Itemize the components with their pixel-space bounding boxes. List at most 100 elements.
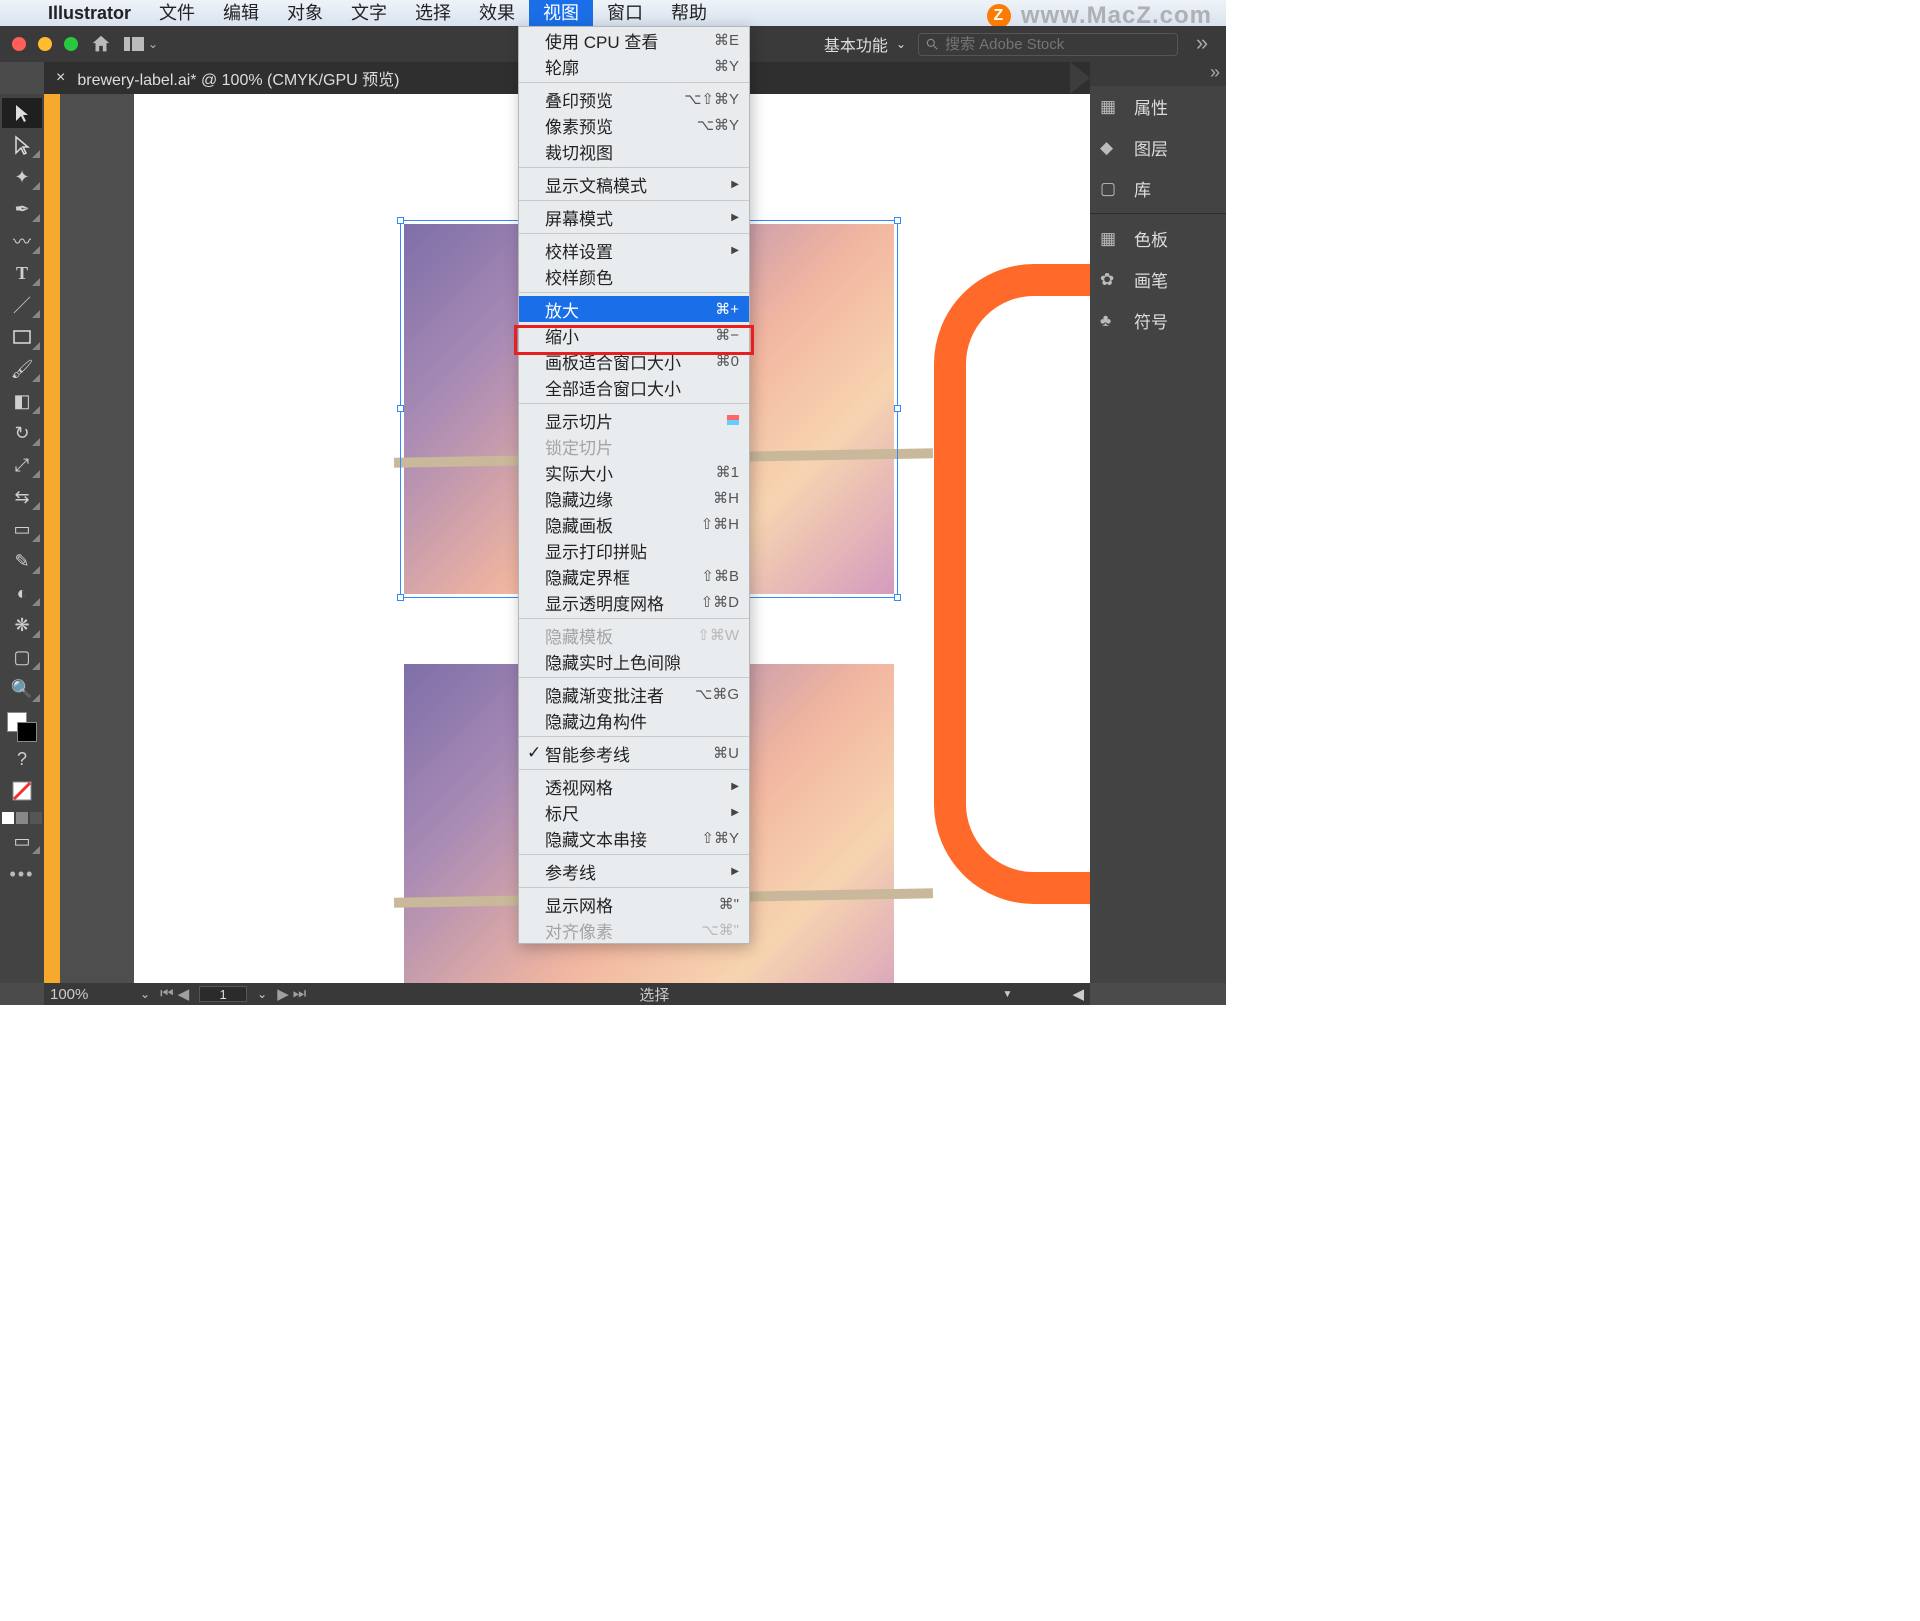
menuitem-参考线[interactable]: 参考线 bbox=[519, 858, 749, 884]
menuitem-标尺[interactable]: 标尺 bbox=[519, 799, 749, 825]
symbol-sprayer-tool-icon[interactable]: ❋ bbox=[2, 610, 42, 640]
menuitem-隐藏边缘[interactable]: 隐藏边缘⌘H bbox=[519, 485, 749, 511]
help-tool-icon[interactable]: ? bbox=[2, 744, 42, 774]
type-tool-icon[interactable]: T bbox=[2, 258, 42, 288]
paintbrush-tool-icon[interactable]: 🖌 bbox=[2, 354, 42, 384]
menuitem-显示网格[interactable]: 显示网格⌘" bbox=[519, 891, 749, 917]
fill-stroke-swatch[interactable] bbox=[7, 712, 37, 742]
screenshot-region: Illustrator 文件编辑对象文字选择效果视图窗口帮助 Z www.Mac… bbox=[0, 0, 1226, 1005]
rectangle-tool-icon[interactable] bbox=[2, 322, 42, 352]
menuitem-使用 CPU 查看[interactable]: 使用 CPU 查看⌘E bbox=[519, 27, 749, 53]
menuitem-隐藏定界框[interactable]: 隐藏定界框⇧⌘B bbox=[519, 563, 749, 589]
menu-帮助[interactable]: 帮助 bbox=[657, 0, 721, 26]
menuitem-显示切片[interactable]: 显示切片 bbox=[519, 407, 749, 433]
artboard-index-input[interactable] bbox=[199, 986, 247, 1002]
stock-search-input[interactable] bbox=[945, 36, 1171, 53]
menuitem-智能参考线[interactable]: 智能参考线⌘U bbox=[519, 740, 749, 766]
menuitem-透视网格[interactable]: 透视网格 bbox=[519, 773, 749, 799]
menuitem-全部适合窗口大小[interactable]: 全部适合窗口大小 bbox=[519, 374, 749, 400]
menu-文件[interactable]: 文件 bbox=[145, 0, 209, 26]
menu-效果[interactable]: 效果 bbox=[465, 0, 529, 26]
menuitem-隐藏边角构件[interactable]: 隐藏边角构件 bbox=[519, 707, 749, 733]
selection-tool-icon[interactable] bbox=[2, 98, 42, 128]
document-tab[interactable]: brewery-label.ai* @ 100% (CMYK/GPU 预览) bbox=[77, 66, 417, 90]
magic-wand-tool-icon[interactable]: ✦ bbox=[2, 162, 42, 192]
menuitem-显示透明度网格[interactable]: 显示透明度网格⇧⌘D bbox=[519, 589, 749, 615]
panel-属性[interactable]: ▦属性 bbox=[1090, 86, 1226, 127]
artboard-tool-icon[interactable]: ▢ bbox=[2, 642, 42, 672]
menuitem-对齐像素: 对齐像素⌥⌘" bbox=[519, 917, 749, 943]
menuitem-隐藏文本串接[interactable]: 隐藏文本串接⇧⌘Y bbox=[519, 825, 749, 851]
traffic-minimize-icon[interactable] bbox=[38, 37, 52, 51]
collapse-panels-icon[interactable]: » bbox=[1090, 62, 1226, 86]
artwork-robot bbox=[934, 264, 1090, 904]
app-name[interactable]: Illustrator bbox=[34, 3, 145, 24]
status-bar: 100% ⌄ ⏮◀ ⌄ ▶⏭ 选择 ▼ ◀ bbox=[44, 983, 1090, 1005]
menuitem-放大[interactable]: 放大⌘+ bbox=[519, 296, 749, 322]
menuitem-校样颜色[interactable]: 校样颜色 bbox=[519, 263, 749, 289]
panel-色板[interactable]: ▦色板 bbox=[1090, 218, 1226, 259]
panel-库[interactable]: ▢库 bbox=[1090, 168, 1226, 209]
width-tool-icon[interactable]: ⇆ bbox=[2, 482, 42, 512]
artboard-dropdown-icon[interactable]: ⌄ bbox=[257, 987, 267, 1001]
zoom-dropdown-icon[interactable]: ⌄ bbox=[140, 987, 150, 1001]
arrange-docs-icon[interactable]: ⌄ bbox=[124, 37, 158, 51]
menuitem-屏幕模式[interactable]: 屏幕模式 bbox=[519, 204, 749, 230]
status-mode-dropdown-icon[interactable]: ▼ bbox=[1003, 989, 1013, 1000]
blend-tool-icon[interactable]: ◐ bbox=[2, 578, 42, 608]
stock-search[interactable] bbox=[918, 33, 1178, 56]
traffic-zoom-icon[interactable] bbox=[64, 37, 78, 51]
status-mode[interactable]: 选择 bbox=[316, 984, 992, 1005]
menuitem-画板适合窗口大小[interactable]: 画板适合窗口大小⌘0 bbox=[519, 348, 749, 374]
menuitem-shortcut: ⇧⌘Y bbox=[701, 829, 739, 847]
rotate-tool-icon[interactable]: ↻ bbox=[2, 418, 42, 448]
scale-tool-icon[interactable]: ⤢ bbox=[2, 450, 42, 480]
menu-窗口[interactable]: 窗口 bbox=[593, 0, 657, 26]
artboard-nav-next[interactable]: ▶⏭ bbox=[277, 985, 306, 1003]
draw-mode-icons[interactable] bbox=[2, 812, 42, 824]
menu-对象[interactable]: 对象 bbox=[273, 0, 337, 26]
menuitem-裁切视图[interactable]: 裁切视图 bbox=[519, 138, 749, 164]
menuitem-像素预览[interactable]: 像素预览⌥⌘Y bbox=[519, 112, 749, 138]
menuitem-隐藏画板[interactable]: 隐藏画板⇧⌘H bbox=[519, 511, 749, 537]
workspace-switcher[interactable]: 基本功能 ⌄ bbox=[824, 32, 906, 56]
zoom-level[interactable]: 100% bbox=[50, 986, 130, 1003]
menuitem-显示打印拼贴[interactable]: 显示打印拼贴 bbox=[519, 537, 749, 563]
artboard-nav[interactable]: ⏮◀ bbox=[160, 985, 189, 1003]
menu-文字[interactable]: 文字 bbox=[337, 0, 401, 26]
screen-mode-icon[interactable]: ▭ bbox=[2, 826, 42, 856]
panel-图层[interactable]: ◆图层 bbox=[1090, 127, 1226, 168]
menuitem-隐藏实时上色间隙[interactable]: 隐藏实时上色间隙 bbox=[519, 648, 749, 674]
menuitem-缩小[interactable]: 缩小⌘− bbox=[519, 322, 749, 348]
overflow-icon[interactable]: » bbox=[1190, 37, 1214, 51]
menuitem-shortcut: ⌘" bbox=[719, 895, 739, 913]
scroll-left-icon[interactable]: ◀ bbox=[1072, 985, 1084, 1003]
eyedropper-tool-icon[interactable]: ✎ bbox=[2, 546, 42, 576]
free-transform-tool-icon[interactable]: ▭ bbox=[2, 514, 42, 544]
curvature-tool-icon[interactable]: 〰 bbox=[2, 226, 42, 256]
home-icon[interactable] bbox=[90, 33, 112, 55]
menuitem-校样设置[interactable]: 校样设置 bbox=[519, 237, 749, 263]
tab-close-icon[interactable]: × bbox=[44, 69, 77, 87]
menuitem-shortcut: ⌥⌘G bbox=[695, 685, 739, 703]
edit-toolbar-icon[interactable]: ••• bbox=[10, 864, 35, 885]
menuitem-显示文稿模式[interactable]: 显示文稿模式 bbox=[519, 171, 749, 197]
menu-选择[interactable]: 选择 bbox=[401, 0, 465, 26]
pen-tool-icon[interactable]: ✒ bbox=[2, 194, 42, 224]
no-color-icon[interactable] bbox=[2, 776, 42, 806]
menuitem-shortcut: ⌘H bbox=[713, 489, 739, 507]
menuitem-实际大小[interactable]: 实际大小⌘1 bbox=[519, 459, 749, 485]
menu-视图[interactable]: 视图 bbox=[529, 0, 593, 26]
zoom-tool-icon[interactable]: 🔍 bbox=[2, 674, 42, 704]
menuitem-隐藏渐变批注者[interactable]: 隐藏渐变批注者⌥⌘G bbox=[519, 681, 749, 707]
menu-编辑[interactable]: 编辑 bbox=[209, 0, 273, 26]
panel-icon: ✿ bbox=[1100, 270, 1124, 290]
menuitem-轮廓[interactable]: 轮廓⌘Y bbox=[519, 53, 749, 79]
traffic-close-icon[interactable] bbox=[12, 37, 26, 51]
panel-符号[interactable]: ♣符号 bbox=[1090, 300, 1226, 341]
line-tool-icon[interactable]: ／ bbox=[2, 290, 42, 320]
menuitem-叠印预览[interactable]: 叠印预览⌥⇧⌘Y bbox=[519, 86, 749, 112]
eraser-tool-icon[interactable]: ◧ bbox=[2, 386, 42, 416]
panel-画笔[interactable]: ✿画笔 bbox=[1090, 259, 1226, 300]
direct-selection-tool-icon[interactable] bbox=[2, 130, 42, 160]
